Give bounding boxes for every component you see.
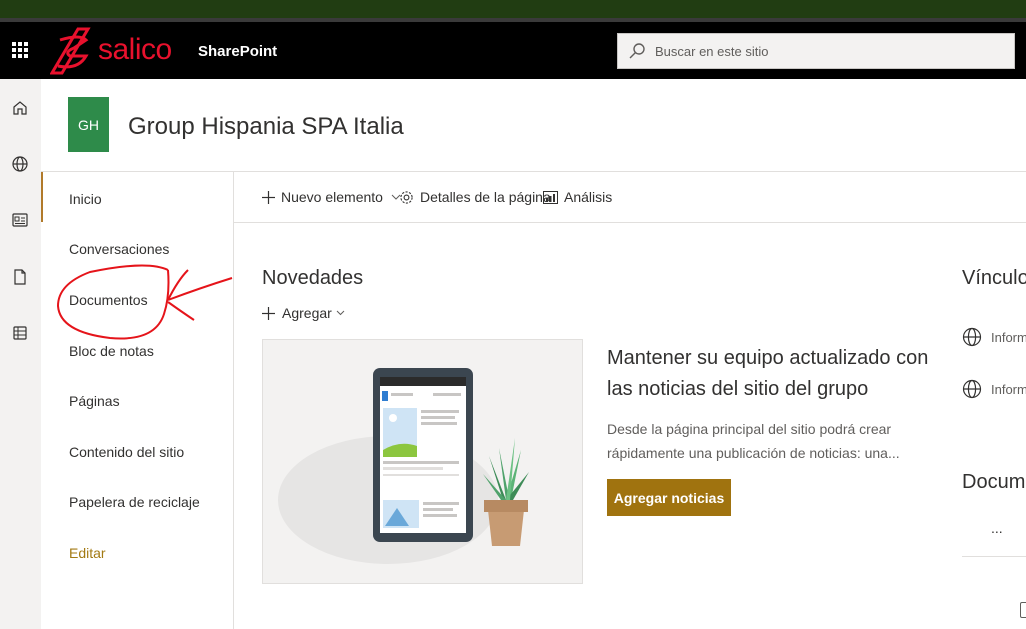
- documents-section-title: Docume: [962, 471, 1026, 493]
- quick-link-item[interactable]: Inform: [962, 327, 1026, 347]
- new-item-button[interactable]: Nuevo elemento: [262, 188, 407, 206]
- feedback-icon[interactable]: [1020, 602, 1026, 618]
- plus-icon: [262, 306, 275, 320]
- news-description: Desde la página principal del sitio podr…: [607, 421, 900, 461]
- page-details-label: Detalles de la página: [420, 189, 551, 205]
- analytics-label: Análisis: [564, 189, 613, 205]
- home-icon[interactable]: [11, 99, 29, 117]
- nav-item-inicio[interactable]: Inicio: [69, 190, 102, 208]
- search-placeholder: Buscar en este sitio: [655, 44, 769, 59]
- documents-divider: [962, 556, 1026, 557]
- new-item-label: Nuevo elemento: [281, 189, 383, 205]
- nav-edit-link[interactable]: Editar: [69, 544, 106, 562]
- nav-item-conversaciones[interactable]: Conversaciones: [69, 240, 169, 258]
- nav-selected-indicator: [41, 172, 43, 222]
- news-section-title: Novedades: [262, 267, 364, 289]
- nav-item-contenido-del-sitio[interactable]: Contenido del sitio: [69, 443, 184, 461]
- news-heading: Mantener su equipo actualizado con las n…: [607, 347, 929, 400]
- chevron-down-icon: [336, 310, 345, 316]
- analytics-button[interactable]: Análisis: [543, 188, 612, 206]
- quick-links-title: Vínculos: [962, 267, 1026, 289]
- quick-link-label: Inform: [991, 329, 1026, 345]
- product-name-link[interactable]: SharePoint: [198, 42, 277, 62]
- plus-icon: [262, 190, 275, 204]
- site-logo[interactable]: GH: [68, 97, 109, 152]
- left-nav-divider: [233, 172, 234, 629]
- page-details-button[interactable]: Detalles de la página: [399, 188, 551, 206]
- more-options-button[interactable]: ...: [991, 520, 1003, 536]
- news-add-button[interactable]: Agregar: [262, 305, 345, 321]
- nav-item-papelera[interactable]: Papelera de reciclaje: [69, 493, 200, 511]
- window-top-strip: [0, 0, 1026, 18]
- nav-item-bloc-de-notas[interactable]: Bloc de notas: [69, 342, 154, 360]
- analytics-icon: [543, 190, 558, 204]
- news-placeholder-illustration: [262, 339, 583, 584]
- search-icon: [629, 43, 645, 59]
- globe-icon[interactable]: [11, 155, 29, 173]
- quick-link-item[interactable]: Inform: [962, 379, 1026, 399]
- lists-icon[interactable]: [11, 324, 29, 342]
- nav-item-paginas[interactable]: Páginas: [69, 392, 120, 410]
- nav-item-documentos[interactable]: Documentos: [69, 291, 148, 309]
- globe-icon: [962, 379, 982, 399]
- news-add-label: Agregar: [282, 305, 332, 321]
- globe-icon: [962, 327, 982, 347]
- salico-logo-icon: [50, 27, 91, 75]
- file-icon[interactable]: [11, 268, 29, 286]
- gear-icon: [400, 190, 413, 204]
- add-news-button[interactable]: Agregar noticias: [607, 479, 731, 516]
- news-icon[interactable]: [11, 211, 29, 229]
- brand-logo-text: salico: [98, 33, 172, 66]
- header-divider: [41, 171, 1026, 172]
- site-title[interactable]: Group Hispania SPA Italia: [128, 112, 404, 142]
- command-bar-divider: [234, 222, 1026, 223]
- quick-link-label: Inform: [991, 381, 1026, 397]
- app-launcher-icon[interactable]: [12, 42, 28, 58]
